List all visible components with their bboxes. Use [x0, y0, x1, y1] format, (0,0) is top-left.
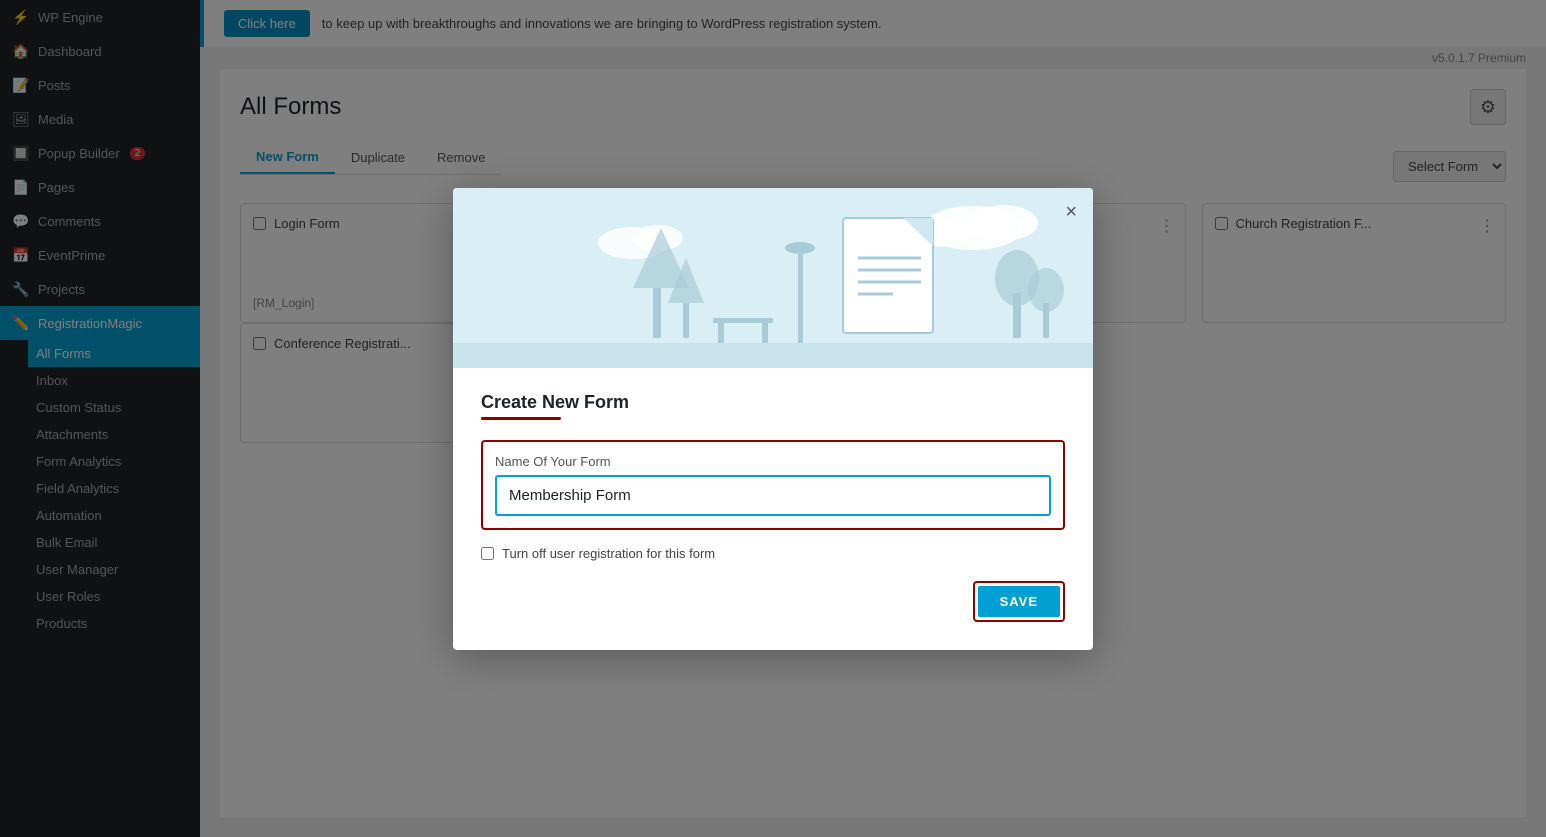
modal-footer: SAVE	[481, 581, 1065, 622]
modal-body: Create New Form Name Of Your Form Turn o…	[453, 368, 1093, 650]
field-label: Name Of Your Form	[495, 454, 1051, 469]
save-button[interactable]: SAVE	[978, 586, 1060, 617]
modal-title-underline	[481, 417, 561, 420]
form-name-field-group: Name Of Your Form	[481, 440, 1065, 530]
modal-close-button[interactable]: ×	[1065, 202, 1077, 222]
modal-overlay[interactable]: ×	[0, 0, 1546, 837]
turn-off-registration-checkbox[interactable]	[481, 547, 494, 560]
checkbox-label: Turn off user registration for this form	[502, 546, 715, 561]
modal-illustration	[453, 188, 1093, 368]
checkbox-row: Turn off user registration for this form	[481, 546, 1065, 561]
create-form-modal: ×	[453, 188, 1093, 650]
save-button-wrapper: SAVE	[973, 581, 1065, 622]
illustration-svg	[453, 188, 1093, 368]
form-name-input[interactable]	[495, 475, 1051, 516]
modal-title: Create New Form	[481, 392, 1065, 413]
